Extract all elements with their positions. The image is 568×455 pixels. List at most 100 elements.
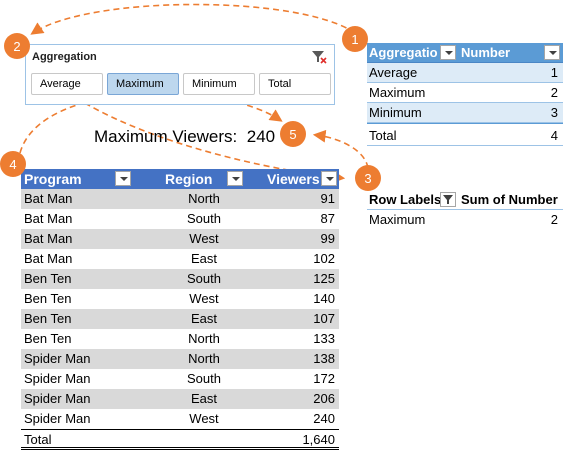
row-label: Maximum (369, 212, 426, 227)
table-row: Ben Ten West 140 (21, 289, 339, 309)
row-label: Minimum (369, 105, 422, 120)
measure-value: 240 (246, 127, 276, 146)
region-cell: South (187, 211, 221, 226)
viewers-cell: 102 (313, 251, 335, 266)
viewers-cell: 140 (313, 291, 335, 306)
table-row: Average 1 (367, 63, 563, 83)
table-row: Spider Man West 240 (21, 409, 339, 429)
table-row: Spider Man North 138 (21, 349, 339, 369)
filter-icon[interactable] (440, 192, 456, 210)
table-row: Spider Man East 206 (21, 389, 339, 409)
viewers-cell: 133 (313, 331, 335, 346)
viewers-cell: 138 (313, 351, 335, 366)
program-cell: Ben Ten (24, 331, 72, 346)
program-cell: Bat Man (24, 231, 73, 246)
table-row: Bat Man West 99 (21, 229, 339, 249)
region-cell: South (187, 271, 221, 286)
viewers-cell: 107 (313, 311, 335, 326)
row-value: 2 (550, 212, 558, 227)
pivot-table: Row Labels Sum of Number Maximum 2 (367, 190, 563, 230)
region-cell: South (187, 371, 221, 386)
table-row: Bat Man South 87 (21, 209, 339, 229)
total-value: 4 (550, 128, 558, 143)
viewers-table: Program Region Viewers Bat Man North 91 Bat… (21, 169, 339, 450)
slicer-button-maximum[interactable]: Maximum (107, 73, 179, 95)
arrow-1-to-2 (30, 3, 356, 35)
viewers-cell: 99 (320, 231, 335, 246)
pivot-header-sum: Sum of Number (461, 192, 558, 207)
region-cell: East (190, 311, 217, 326)
viewers-cell: 206 (313, 391, 335, 406)
program-cell: Spider Man (24, 411, 91, 426)
program-cell: Bat Man (24, 251, 73, 266)
program-cell: Bat Man (24, 191, 73, 206)
filter-dropdown-icon[interactable] (544, 45, 560, 60)
sort-filter-dropdown-icon[interactable] (440, 45, 456, 60)
table-row: Bat Man North 91 (21, 189, 339, 209)
program-cell: Spider Man (24, 371, 91, 386)
region-cell: East (190, 251, 217, 266)
table-row: Ben Ten South 125 (21, 269, 339, 289)
program-cell: Bat Man (24, 211, 73, 226)
row-label: Maximum (369, 85, 426, 100)
row-value: 3 (550, 105, 558, 120)
slicer-button-total[interactable]: Total (259, 73, 331, 95)
program-cell: Ben Ten (24, 311, 72, 326)
agg-table-header: Aggregatio Number (367, 43, 563, 63)
total-value: 1,640 (302, 432, 335, 447)
viewers-cell: 125 (313, 271, 335, 286)
step-badge-3: 3 (355, 165, 381, 191)
agg-header-aggregation: Aggregatio (369, 45, 438, 60)
table-row: Minimum 3 (367, 103, 563, 123)
region-cell: West (189, 231, 219, 246)
region-cell: West (189, 411, 219, 426)
row-label: Average (369, 65, 418, 80)
row-value: 2 (550, 85, 558, 100)
agg-header-number: Number (461, 45, 511, 60)
step-badge-4: 4 (0, 151, 26, 177)
table-total-row: Total 4 (367, 123, 563, 146)
aggregation-slicer: Aggregation Average Maximum Minimum Tota… (25, 44, 335, 105)
table-row: Spider Man South 172 (21, 369, 339, 389)
header-program: Program (24, 171, 82, 187)
pivot-header: Row Labels Sum of Number (367, 190, 563, 210)
step-badge-5: 5 (280, 121, 306, 147)
program-filter-dropdown-icon[interactable] (115, 171, 131, 186)
region-filter-dropdown-icon[interactable] (227, 171, 243, 186)
slicer-button-average[interactable]: Average (31, 73, 103, 95)
measure-caption: Maximum Viewers: (94, 127, 238, 146)
viewers-cell: 172 (313, 371, 335, 386)
region-cell: North (188, 191, 220, 206)
pivot-header-row-labels: Row Labels (369, 192, 442, 207)
viewers-table-header: Program Region Viewers (21, 169, 339, 189)
viewers-sort-dropdown-icon[interactable] (321, 171, 337, 186)
viewers-cell: 91 (320, 191, 335, 206)
slicer-title: Aggregation (32, 51, 97, 63)
region-cell: North (188, 331, 220, 346)
total-label: Total (24, 432, 52, 447)
row-value: 1 (550, 65, 558, 80)
clear-filter-icon[interactable] (311, 49, 327, 65)
slicer-button-minimum[interactable]: Minimum (183, 73, 255, 95)
program-cell: Spider Man (24, 391, 91, 406)
viewers-cell: 240 (313, 411, 335, 426)
header-region: Region (165, 171, 213, 187)
table-row: Bat Man East 102 (21, 249, 339, 269)
total-label: Total (369, 128, 397, 143)
table-row: Ben Ten East 107 (21, 309, 339, 329)
arrow-3-to-5 (312, 129, 369, 169)
viewers-cell: 87 (320, 211, 335, 226)
aggregation-table: Aggregatio Number Average 1 Maximum 2 Mi… (367, 43, 563, 146)
header-viewers: Viewers (267, 171, 320, 187)
region-cell: North (188, 351, 220, 366)
step-badge-1: 1 (342, 26, 368, 52)
table-row: Ben Ten North 133 (21, 329, 339, 349)
program-cell: Ben Ten (24, 291, 72, 306)
table-row: Maximum 2 (367, 210, 563, 230)
table-row: Maximum 2 (367, 83, 563, 103)
measure-label: Maximum Viewers: 240 (94, 127, 275, 147)
region-cell: West (189, 291, 219, 306)
program-cell: Spider Man (24, 351, 91, 366)
program-cell: Ben Ten (24, 271, 72, 286)
step-badge-2: 2 (4, 33, 30, 59)
